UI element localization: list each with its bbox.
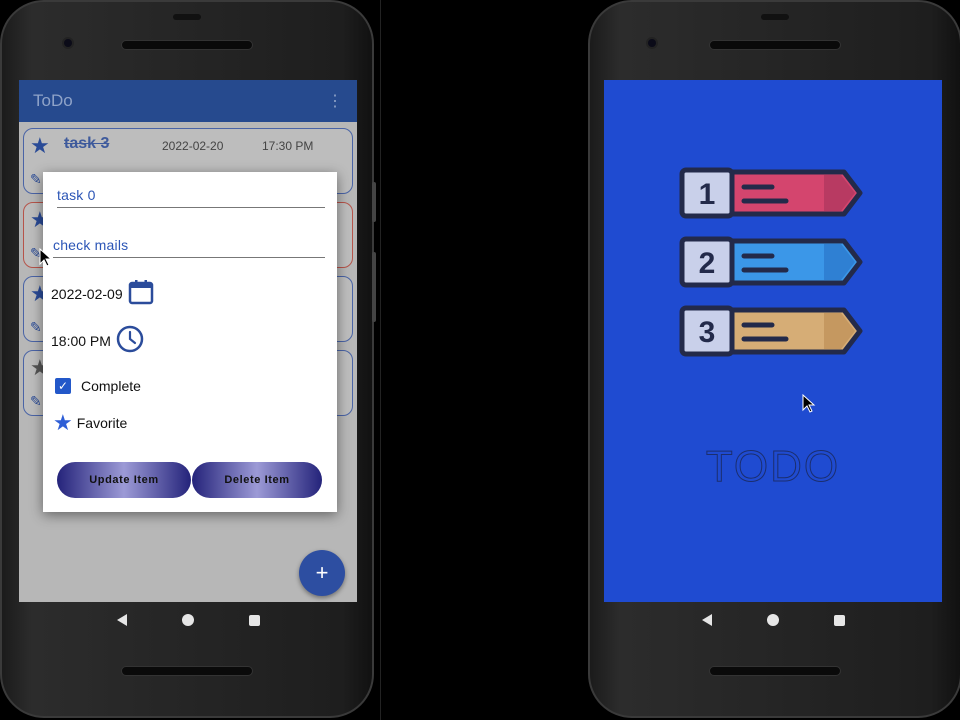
- list-item-2-graphic: 2: [679, 236, 863, 288]
- app-bar: ToDo ⋮: [19, 80, 357, 122]
- favorite-label: Favorite: [76, 415, 128, 431]
- earpiece-speaker: [121, 40, 253, 50]
- left-screen: ToDo ⋮ ★ task 3 2022-02-20 17:30 PM ✎ ★ …: [19, 80, 357, 602]
- update-item-button[interactable]: Update Item: [57, 462, 191, 498]
- complete-checkbox[interactable]: ✓: [55, 378, 71, 394]
- task-description-field[interactable]: check mails: [53, 232, 325, 258]
- favorite-row[interactable]: ★ Favorite: [53, 412, 127, 434]
- splash-title: TODO: [705, 442, 841, 492]
- right-phone: 1 2 3 TODO: [588, 0, 960, 718]
- list-number-3: 3: [699, 316, 716, 349]
- complete-label: Complete: [81, 378, 141, 394]
- stage: ToDo ⋮ ★ task 3 2022-02-20 17:30 PM ✎ ★ …: [0, 0, 960, 720]
- star-icon[interactable]: ★: [30, 133, 50, 159]
- app-title: ToDo: [33, 91, 73, 110]
- edit-icon[interactable]: ✎: [30, 319, 42, 336]
- date-value: 2022-02-09: [51, 285, 123, 302]
- divider: [380, 0, 381, 720]
- complete-row[interactable]: ✓ Complete: [55, 378, 141, 394]
- bottom-speaker: [121, 666, 253, 676]
- list-item-1-graphic: 1: [679, 167, 863, 219]
- date-row: 2022-02-09: [51, 278, 155, 309]
- front-camera: [646, 37, 658, 49]
- right-screen: 1 2 3 TODO: [604, 80, 942, 602]
- earpiece-speaker: [709, 40, 841, 50]
- delete-item-button[interactable]: Delete Item: [192, 462, 322, 498]
- back-icon[interactable]: [701, 614, 712, 626]
- add-task-button[interactable]: +: [299, 550, 345, 596]
- star-icon[interactable]: ★: [53, 412, 73, 434]
- edit-task-dialog: task 0 check mails 2022-02-09 18:00 PM ✓…: [43, 172, 337, 512]
- task-name-field[interactable]: task 0: [57, 182, 325, 208]
- time-value: 18:00 PM: [51, 332, 111, 349]
- calendar-icon[interactable]: [127, 278, 155, 309]
- system-nav-bar: [19, 602, 357, 638]
- front-camera: [62, 37, 74, 49]
- notch: [173, 14, 201, 20]
- list-item-3-graphic: 3: [679, 305, 863, 357]
- left-phone: ToDo ⋮ ★ task 3 2022-02-20 17:30 PM ✎ ★ …: [0, 0, 376, 718]
- list-number-1: 1: [699, 178, 716, 211]
- recents-icon[interactable]: [248, 614, 260, 626]
- power-button: [372, 182, 376, 222]
- home-icon[interactable]: [181, 614, 194, 626]
- bottom-speaker: [709, 666, 841, 676]
- edit-icon[interactable]: ✎: [30, 393, 42, 410]
- task-title: task 3: [64, 135, 110, 152]
- back-icon[interactable]: [116, 614, 127, 626]
- notch: [761, 14, 789, 20]
- time-row: 18:00 PM: [51, 324, 145, 357]
- overflow-menu-icon[interactable]: ⋮: [327, 91, 343, 111]
- edit-icon[interactable]: ✎: [30, 171, 42, 188]
- clock-icon[interactable]: [115, 324, 145, 357]
- recents-icon[interactable]: [833, 614, 845, 626]
- home-icon[interactable]: [766, 614, 779, 626]
- list-number-2: 2: [699, 247, 716, 280]
- task-date: 2022-02-20: [162, 139, 224, 153]
- todo-list-illustration: 1 2 3: [679, 167, 863, 357]
- system-nav-bar: [604, 602, 942, 638]
- volume-button: [372, 252, 376, 322]
- task-time: 17:30 PM: [262, 139, 314, 153]
